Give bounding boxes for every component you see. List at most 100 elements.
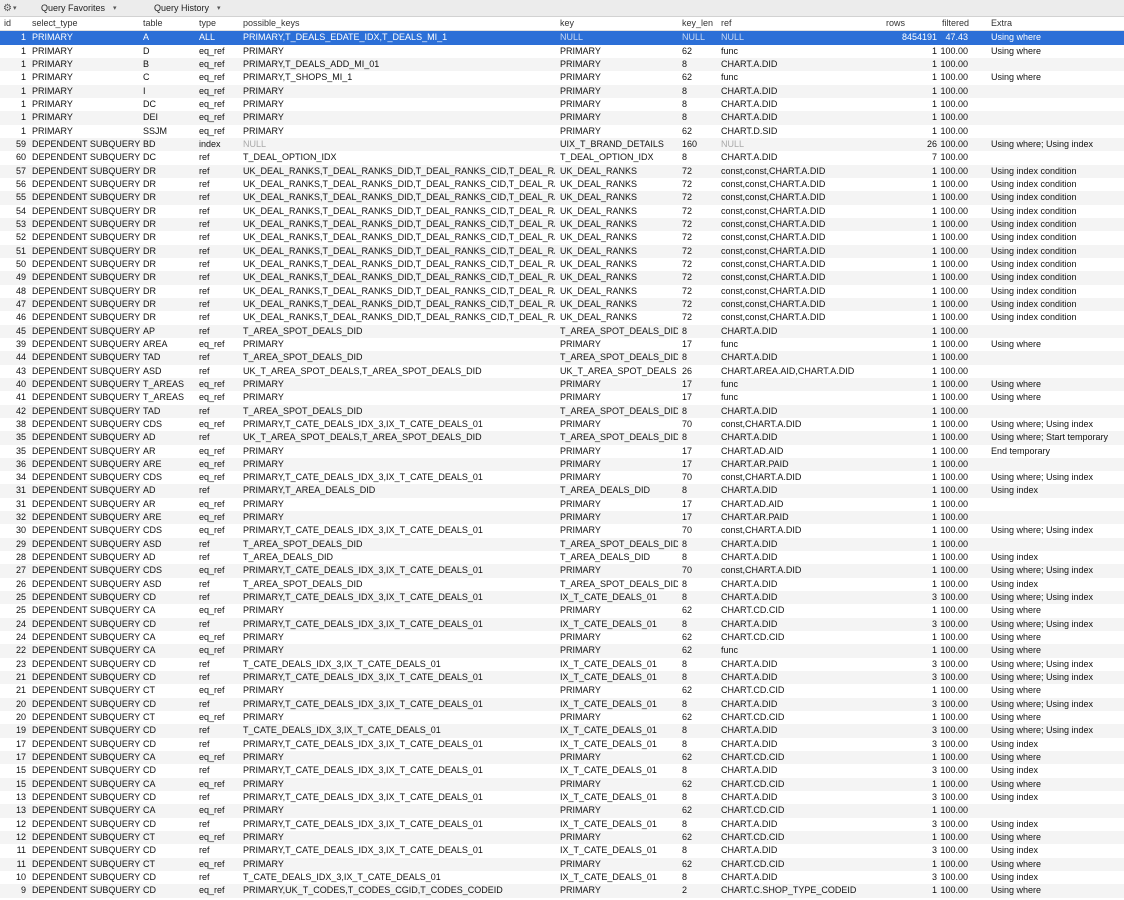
table-row[interactable]: 20 DEPENDENT SUBQUERY CT eq_ref PRIMARY PRIMA… — [0, 711, 1124, 724]
table-row[interactable]: 11 DEPENDENT SUBQUERY CD ref PRIMARY,T_CATE_… — [0, 844, 1124, 857]
table-row[interactable]: 60 DEPENDENT SUBQUERY DC ref T_DEAL_OPTION_I… — [0, 151, 1124, 164]
column-header-id[interactable]: id — [4, 17, 30, 30]
cell-filtered: 100.00 — [940, 298, 968, 309]
table-row[interactable]: 47 DEPENDENT SUBQUERY DR ref UK_DEAL_RANKS,T… — [0, 297, 1124, 312]
cell-ref: CHART.A.DID — [721, 698, 778, 709]
table-row[interactable]: 1 PRIMARY Ieq_ref PRIMARY PRIMARY 8 CHART.A.DI… — [0, 84, 1124, 98]
table-row[interactable]: 10 DEPENDENT SUBQUERY CD ref T_CATE_DEALS_ID… — [0, 871, 1124, 884]
table-row[interactable]: 1 PRIMARY DC eq_ref PRIMARY PRIMARY 8 CHART.A.D… — [0, 98, 1124, 111]
table-row[interactable]: 41 DEPENDENT SUBQUERY T_AREAS eq_ref PRIMARY… — [0, 391, 1124, 404]
column-header-ref[interactable]: ref — [721, 17, 886, 30]
column-header-key-len[interactable]: key_len — [682, 17, 718, 30]
cell-ref: CHART.A.DID — [721, 618, 778, 629]
table-row[interactable]: 24 DEPENDENT SUBQUERY CD ref PRIMARY,T_CATE_… — [0, 617, 1124, 632]
cell-type: eq_ref — [199, 565, 225, 576]
table-row[interactable]: 44 DEPENDENT SUBQUERY TAD ref T_AREA_SPOT_DE… — [0, 351, 1124, 365]
table-row[interactable]: 13 DEPENDENT SUBQUERY CD ref PRIMARY,T_CATE_… — [0, 791, 1124, 804]
table-row[interactable]: 27 DEPENDENT SUBQUERY CDS eq_ref PRIMARY,T_C… — [0, 564, 1124, 578]
table-row[interactable]: 21 DEPENDENT SUBQUERY CT eq_ref PRIMARY PRIMA… — [0, 684, 1124, 697]
table-row[interactable]: 30 DEPENDENT SUBQUERY CDS eq_ref PRIMARY,T_C… — [0, 524, 1124, 537]
cell-table: BD — [143, 138, 156, 149]
table-row[interactable]: 36 DEPENDENT SUBQUERY ARE eq_ref PRIMARY PRIM… — [0, 457, 1124, 472]
table-row[interactable]: 1 PRIMARY Beq_ref PRIMARY,T_DEALS_ADD_MI_01… — [0, 57, 1124, 72]
column-header-rows[interactable]: rows — [886, 17, 926, 30]
cell-filtered: 100.00 — [940, 125, 968, 136]
table-row[interactable]: 56 DEPENDENT SUBQUERY DR ref UK_DEAL_RANKS,T… — [0, 178, 1124, 191]
table-row[interactable]: 46 DEPENDENT SUBQUERY DR ref UK_DEAL_RANKS,T… — [0, 311, 1124, 324]
cell-type: ref — [199, 178, 210, 189]
table-row[interactable]: 23 DEPENDENT SUBQUERY CD ref T_CATE_DEALS_ID… — [0, 658, 1124, 671]
table-row[interactable]: 54 DEPENDENT SUBQUERY DR ref UK_DEAL_RANKS,T… — [0, 205, 1124, 218]
cell-type: ref — [199, 538, 210, 549]
column-header-table[interactable]: table — [143, 17, 198, 30]
table-row[interactable]: 22 DEPENDENT SUBQUERY CA eq_ref PRIMARY PRIMA… — [0, 644, 1124, 658]
table-row[interactable]: 1 PRIMARY A ALL PRIMARY,T_DEALS_EDATE_IDX,T_… — [0, 31, 1124, 45]
table-row[interactable]: 12 DEPENDENT SUBQUERY CT eq_ref PRIMARY PRIMA… — [0, 831, 1124, 845]
table-row[interactable]: 15 DEPENDENT SUBQUERY CD ref PRIMARY,T_CATE_… — [0, 764, 1124, 777]
table-row[interactable]: 28 DEPENDENT SUBQUERY AD ref T_AREA_DEALS_DI… — [0, 551, 1124, 564]
table-row[interactable]: 25 DEPENDENT SUBQUERY CD ref PRIMARY,T_CATE_… — [0, 591, 1124, 605]
query-favorites-button[interactable]: Query Favorites ▾ — [41, 1, 117, 15]
column-header-filtered[interactable]: filtered — [942, 17, 982, 30]
table-row[interactable]: 1 PRIMARY Deq_ref PRIMARY PRIMARY 62 func 1 100.… — [0, 45, 1124, 58]
table-row[interactable]: 31 DEPENDENT SUBQUERY AD ref PRIMARY,T_AREA_… — [0, 484, 1124, 498]
settings-menu-button[interactable]: ⚙ ▾ — [3, 1, 16, 15]
table-row[interactable]: 55 DEPENDENT SUBQUERY DR ref UK_DEAL_RANKS,T… — [0, 191, 1124, 205]
cell-rows: 1 — [931, 112, 937, 123]
table-row[interactable]: 57 DEPENDENT SUBQUERY DR ref UK_DEAL_RANKS,T… — [0, 164, 1124, 178]
table-row[interactable]: 17 DEPENDENT SUBQUERY CA eq_ref PRIMARY PRIMA… — [0, 751, 1124, 765]
cell-key-len: 26 — [682, 365, 693, 376]
table-row[interactable]: 9 DEPENDENT SUBQUERY CD eq_ref PRIMARY,UK_T_… — [0, 884, 1124, 898]
table-row[interactable]: 29 DEPENDENT SUBQUERY ASD ref T_AREA_SPOT_DE… — [0, 537, 1124, 552]
column-header-possible-keys[interactable]: possible_keys — [243, 17, 555, 30]
table-row[interactable]: 15 DEPENDENT SUBQUERY CA eq_ref PRIMARY PRIMA… — [0, 777, 1124, 792]
table-row[interactable]: 52 DEPENDENT SUBQUERY DR ref UK_DEAL_RANKS,T… — [0, 231, 1124, 244]
table-row[interactable]: 35 DEPENDENT SUBQUERY AD ref UK_T_AREA_SPOT_… — [0, 431, 1124, 445]
cell-key: UK_DEAL_RANKS — [560, 245, 638, 256]
table-row[interactable]: 48 DEPENDENT SUBQUERY DR ref UK_DEAL_RANKS,T… — [0, 285, 1124, 298]
column-header-select-type[interactable]: select_type — [32, 17, 140, 30]
cell-id: 9 — [20, 885, 26, 896]
cell-rows: 1 — [931, 232, 937, 243]
table-row[interactable]: 49 DEPENDENT SUBQUERY DR ref UK_DEAL_RANKS,T… — [0, 271, 1124, 285]
table-row[interactable]: 1 PRIMARY DEI eq_ref PRIMARY PRIMARY 8 CHART.A.… — [0, 111, 1124, 125]
table-row[interactable]: 34 DEPENDENT SUBQUERY CDS eq_ref PRIMARY,T_C… — [0, 471, 1124, 484]
results-table[interactable]: id select_type table type possible_keys … — [0, 17, 1124, 898]
table-row[interactable]: 35 DEPENDENT SUBQUERY AR eq_ref PRIMARY PRIMA… — [0, 445, 1124, 458]
cell-select-type: DEPENDENT SUBQUERY — [32, 632, 140, 643]
cell-id: 56 — [15, 178, 26, 189]
table-row[interactable]: 59 DEPENDENT SUBQUERY BD index NULL UIX_T_BRA… — [0, 137, 1124, 152]
table-row[interactable]: 13 DEPENDENT SUBQUERY CA eq_ref PRIMARY PRIMA… — [0, 804, 1124, 818]
column-header-key[interactable]: key — [560, 17, 678, 30]
table-row[interactable]: 39 DEPENDENT SUBQUERY AREA eq_ref PRIMARY PRI… — [0, 338, 1124, 351]
query-history-button[interactable]: Query History ▾ — [154, 1, 221, 15]
table-row[interactable]: 24 DEPENDENT SUBQUERY CA eq_ref PRIMARY PRIMA… — [0, 631, 1124, 644]
table-row[interactable]: 31 DEPENDENT SUBQUERY AR eq_ref PRIMARY PRIMA… — [0, 498, 1124, 511]
table-row[interactable]: 1 PRIMARY SSJM eq_ref PRIMARY PRIMARY 62 CHART.… — [0, 125, 1124, 138]
table-row[interactable]: 32 DEPENDENT SUBQUERY ARE eq_ref PRIMARY PRIM… — [0, 511, 1124, 525]
table-row[interactable]: 19 DEPENDENT SUBQUERY CD ref T_CATE_DEALS_ID… — [0, 724, 1124, 738]
table-row[interactable]: 50 DEPENDENT SUBQUERY DR ref UK_DEAL_RANKS,T… — [0, 258, 1124, 271]
column-header-extra[interactable]: Extra — [991, 17, 1124, 30]
table-row[interactable]: 45 DEPENDENT SUBQUERY AP ref T_AREA_SPOT_DEA… — [0, 324, 1124, 338]
table-row[interactable]: 40 DEPENDENT SUBQUERY T_AREAS eq_ref PRIMARY… — [0, 377, 1124, 392]
table-row[interactable]: 38 DEPENDENT SUBQUERY CDS eq_ref PRIMARY,T_C… — [0, 418, 1124, 431]
table-row[interactable]: 17 DEPENDENT SUBQUERY CD ref PRIMARY,T_CATE_… — [0, 738, 1124, 751]
table-row[interactable]: 43 DEPENDENT SUBQUERY ASD ref UK_T_AREA_SPOT… — [0, 365, 1124, 378]
table-row[interactable]: 26 DEPENDENT SUBQUERY ASD ref T_AREA_SPOT_DE… — [0, 578, 1124, 591]
table-row[interactable]: 20 DEPENDENT SUBQUERY CD ref PRIMARY,T_CATE_… — [0, 697, 1124, 712]
table-row[interactable]: 25 DEPENDENT SUBQUERY CA eq_ref PRIMARY PRIMA… — [0, 604, 1124, 617]
table-row[interactable]: 21 DEPENDENT SUBQUERY CD ref PRIMARY,T_CATE_… — [0, 671, 1124, 685]
table-row[interactable]: 1 PRIMARY Ceq_ref PRIMARY,T_SHOPS_MI_1 PRIMA… — [0, 71, 1124, 84]
table-row[interactable]: 53 DEPENDENT SUBQUERY DR ref UK_DEAL_RANKS,T… — [0, 217, 1124, 232]
cell-ref: const,CHART.A.DID — [721, 525, 802, 536]
cell-key-len: 72 — [682, 312, 693, 323]
cell-key-len: 8 — [682, 738, 688, 749]
table-row[interactable]: 42 DEPENDENT SUBQUERY TAD ref T_AREA_SPOT_DE… — [0, 404, 1124, 418]
table-row[interactable]: 51 DEPENDENT SUBQUERY DR ref UK_DEAL_RANKS,T… — [0, 244, 1124, 258]
column-header-type[interactable]: type — [199, 17, 241, 30]
cell-key-len: 17 — [682, 392, 693, 403]
table-row[interactable]: 12 DEPENDENT SUBQUERY CD ref PRIMARY,T_CATE_… — [0, 818, 1124, 831]
cell-possible-keys: UK_DEAL_RANKS,T_DEAL_RANKS_DID,T_DEAL_RA… — [243, 258, 555, 269]
table-row[interactable]: 11 DEPENDENT SUBQUERY CT eq_ref PRIMARY PRIMA… — [0, 857, 1124, 871]
